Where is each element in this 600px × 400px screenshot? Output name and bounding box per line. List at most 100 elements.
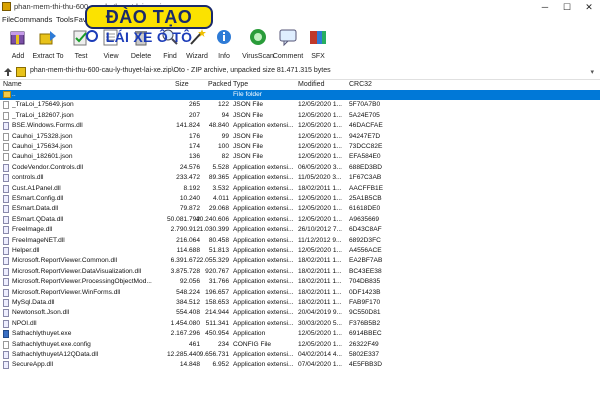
file-packed-size: 1.030.399 xyxy=(199,226,229,234)
logo-top-banner: ĐÀO TẠO xyxy=(85,5,213,29)
dll-file-icon xyxy=(3,319,9,328)
file-type: File folder xyxy=(233,91,262,98)
file-packed-size: 6.952 xyxy=(212,361,229,369)
exe-file-icon xyxy=(3,330,9,339)
file-name: controls.dll xyxy=(12,174,44,182)
file-name: Sathachlythuyet.exe.config xyxy=(12,340,91,348)
file-row[interactable]: Sathachlythuyet.exe.config 461 234 CONFIG F… xyxy=(0,340,600,350)
file-modified: 18/02/2011 1... xyxy=(298,267,342,275)
file-row[interactable]: Cust.A1Panel.dll 8.192 3.532 Application ex… xyxy=(0,184,600,194)
column-modified[interactable]: Modified xyxy=(298,81,324,88)
file-modified: 12/05/2020 1... xyxy=(298,247,342,254)
file-row[interactable]: FreeImageNET.dll 216.064 80.458 Application… xyxy=(0,236,600,246)
file-packed-size: 80.458 xyxy=(208,236,229,244)
column-packed[interactable]: Packed xyxy=(208,81,231,88)
file-row[interactable]: FreeImage.dll 2.790.912 1.030.399 Applicati… xyxy=(0,225,600,235)
file-row[interactable]: CodeVendor.Controls.dll 24.576 5.528 Applic… xyxy=(0,163,600,173)
maximize-button[interactable]: ☐ xyxy=(556,0,578,14)
file-row[interactable]: Microsoft.ReportViewer.DataVisualization… xyxy=(0,267,600,277)
logo-bottom-text: LÁI XE Ô TÔ xyxy=(85,29,213,45)
file-name: _TraLoi_175649.json xyxy=(12,101,74,109)
dll-file-icon xyxy=(3,361,9,370)
file-row[interactable]: ESmart.Data.dll 79.872 29.068 Application e… xyxy=(0,204,600,214)
file-row[interactable]: SathachlythuyetA12QData.dll 12.285.440 9.6… xyxy=(0,350,600,360)
file-row[interactable]: MySql.Data.dll 384.512 158.653 Application … xyxy=(0,298,600,308)
file-modified: 12/05/2020 1... xyxy=(298,101,342,109)
column-type[interactable]: Type xyxy=(233,81,248,88)
file-modified: 18/02/2011 1... xyxy=(298,257,342,265)
file-packed-size: 29.068 xyxy=(208,205,229,213)
file-name: ESmart.Data.dll xyxy=(12,205,59,213)
file-row[interactable]: Helper.dll 114.688 51.813 Application exten… xyxy=(0,246,600,256)
dll-file-icon xyxy=(3,288,9,297)
file-row[interactable]: _TraLoi_182607.json 207 94 JSON File 12/05/2… xyxy=(0,111,600,121)
file-packed-size: 214.944 xyxy=(205,309,229,317)
file-icon xyxy=(3,340,9,349)
add-button[interactable]: Add xyxy=(1,27,35,63)
file-row[interactable]: _TraLoi_175649.json 265 122 JSON File 12/05/… xyxy=(0,100,600,110)
column-size[interactable]: Size xyxy=(175,81,189,88)
chevron-down-icon[interactable]: ▾ xyxy=(590,68,594,76)
file-row[interactable]: Cauhoi_182601.json 136 82 JSON File 12/05/20… xyxy=(0,152,600,162)
sfx-label: SFX xyxy=(311,53,325,60)
file-crc32: 1F67C3AB xyxy=(349,174,382,182)
steering-wheel-icon xyxy=(86,30,98,42)
file-row[interactable]: controls.dll 233.472 89.365 Application ext… xyxy=(0,173,600,183)
file-type: Application extensi... xyxy=(233,288,294,296)
file-row[interactable]: Microsoft.ReportViewer.WinForms.dll 548.2… xyxy=(0,288,600,298)
file-type: Application extensi... xyxy=(233,351,294,358)
sfx-button[interactable]: SFX xyxy=(301,27,335,63)
column-name[interactable]: Name xyxy=(3,81,22,88)
file-name: Microsoft.ReportViewer.DataVisualization… xyxy=(12,267,142,275)
file-type: JSON File xyxy=(233,143,264,150)
file-row[interactable]: SecureApp.dll 14.848 6.952 Application exte… xyxy=(0,360,600,370)
file-name: FreeImageNET.dll xyxy=(12,236,65,244)
file-modified: 12/05/2020 1... xyxy=(298,122,342,130)
file-row[interactable]: ESmart.Config.dll 10.240 4.011 Application … xyxy=(0,194,600,204)
menu-tools[interactable]: Tools xyxy=(56,15,74,24)
file-row[interactable]: Sathachlythuyet.exe 2.167.296 450.954 Appli… xyxy=(0,329,600,339)
file-row[interactable]: ESmart.QData.dll 50.081.792 40.240.606 Appl… xyxy=(0,215,600,225)
file-modified: 12/05/2020 1... xyxy=(298,205,342,213)
column-crc32[interactable]: CRC32 xyxy=(349,81,372,88)
file-crc32: 6914BBEC xyxy=(349,330,382,338)
file-crc32: 26322F49 xyxy=(349,340,379,348)
file-packed-size: 99 xyxy=(221,132,229,140)
file-name: NPOI.dll xyxy=(12,319,37,327)
file-modified: 12/05/2020 1... xyxy=(298,330,342,338)
extract-to-label: Extract To xyxy=(32,53,64,60)
minimize-button[interactable]: ─ xyxy=(534,0,556,14)
file-name: Cauhoi_175634.json xyxy=(12,143,73,150)
file-row[interactable]: Microsoft.ReportViewer.Common.dll 6.391.6… xyxy=(0,256,600,266)
file-row[interactable]: Cauhoi_175328.json 176 99 JSON File 12/05/20… xyxy=(0,132,600,142)
file-row[interactable]: Microsoft.ReportViewer.ProcessingObjectM… xyxy=(0,277,600,287)
view-label: View xyxy=(103,53,119,60)
up-folder-icon[interactable] xyxy=(3,67,13,77)
file-row[interactable]: NPOI.dll 1.454.080 511.341 Application exte… xyxy=(0,319,600,329)
file-type: Application extensi... xyxy=(233,174,294,182)
file-name: Cauhoi_182601.json xyxy=(12,153,73,161)
file-row[interactable]: Newtonsoft.Json.dll 554.408 214.944 Applica… xyxy=(0,308,600,318)
file-name: Helper.dll xyxy=(12,247,40,254)
file-packed-size: 89.365 xyxy=(208,174,229,182)
file-row[interactable]: BSE.Windows.Forms.dll 141.824 48.840 Applic… xyxy=(0,121,600,131)
dll-file-icon xyxy=(3,351,9,359)
file-crc32: A4556ACE xyxy=(349,247,382,254)
file-packed-size: 100 xyxy=(217,143,229,150)
file-crc32: 46DACFAE xyxy=(349,122,383,130)
menu-commands[interactable]: Commands xyxy=(14,15,52,24)
menu-file[interactable]: File xyxy=(2,15,14,24)
file-name: Cust.A1Panel.dll xyxy=(12,184,61,192)
file-packed-size: 122 xyxy=(217,101,229,109)
file-name: MySql.Data.dll xyxy=(12,299,55,306)
file-row[interactable]: Cauhoi_175634.json 174 100 JSON File 12/05/2… xyxy=(0,142,600,152)
close-button[interactable]: ✕ xyxy=(578,0,600,14)
extract-to-button[interactable]: Extract To xyxy=(31,27,65,63)
file-name: ESmart.QData.dll xyxy=(12,215,64,223)
file-type: Application extensi... xyxy=(233,247,294,254)
file-packed-size: 158.653 xyxy=(205,299,229,306)
file-type: Application extensi... xyxy=(233,215,294,223)
file-name: Microsoft.ReportViewer.Common.dll xyxy=(12,257,118,265)
parent-folder-row[interactable]: .. File folder xyxy=(0,90,600,101)
file-crc32: FAB9F170 xyxy=(349,299,381,306)
